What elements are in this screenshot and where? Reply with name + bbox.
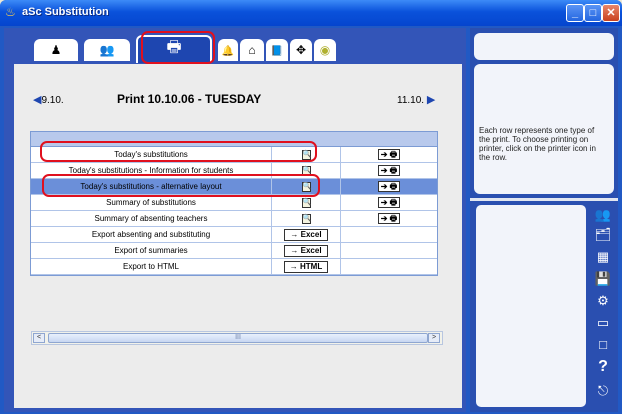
people-icon: 👥 [99, 43, 115, 57]
row-label: Export absenting and substituting [31, 227, 272, 243]
minimize-button[interactable]: _ [566, 4, 584, 22]
print-button[interactable]: ➔ 🖶 [377, 181, 401, 192]
tab-book[interactable]: 📘 [266, 39, 288, 61]
row-highlight-outline [40, 141, 317, 162]
timetable-icon[interactable]: ▦ [594, 249, 612, 265]
tab-bell[interactable]: 🔔 [218, 39, 238, 61]
page-title: Print 10.10.06 - TUESDAY [117, 92, 262, 106]
title-bar: ♨ aSc Substitution _ □ ✕ [0, 0, 622, 26]
app-window: ♨ aSc Substitution _ □ ✕ ♟ 👥 🖶 🔔 ⌂ 📘 ✥ ◉… [0, 0, 622, 414]
scroll-right-button[interactable]: > [428, 333, 440, 343]
save-icon[interactable]: 💾 [594, 271, 612, 287]
print-button[interactable]: ➔ 🖶 [377, 213, 401, 224]
export-excel-button[interactable]: → Excel [284, 229, 328, 241]
window-title: aSc Substitution [22, 6, 109, 18]
table-row[interactable]: Summary of absenting teachers 🔍 ➔ 🖶 [31, 211, 437, 227]
help-icon[interactable]: ? [594, 359, 612, 375]
row-label: Export of summaries [31, 243, 272, 259]
side-toolbar: 👥 🗂 ▦ 💾 ⚙ ▭ □ ? ⎋ [590, 205, 616, 407]
table-row[interactable]: Export to HTML → HTML [31, 259, 437, 275]
prev-day-link[interactable]: ◀9.10. [33, 93, 64, 106]
row-label: Summary of absenting teachers [31, 211, 272, 227]
tab-arrows[interactable]: ✥ [290, 39, 312, 61]
maximize-button[interactable]: □ [584, 4, 602, 22]
teachers-icon[interactable]: 👥 [594, 207, 612, 223]
sidebar-top-panel [474, 33, 614, 60]
scroll-thumb[interactable]: III [48, 333, 428, 343]
row-highlight-outline [42, 174, 320, 197]
row-label: Summary of substitutions [31, 195, 272, 211]
next-date: 11.10. [397, 95, 425, 106]
exit-icon[interactable]: ⎋ [594, 383, 612, 399]
tab-house[interactable]: ⌂ [240, 39, 264, 61]
bell-icon: 🔔 [221, 46, 235, 57]
book-icon: 📘 [270, 46, 284, 57]
preview-icon[interactable]: 🔍 [301, 214, 311, 224]
tab-teachers[interactable]: ♟ [34, 39, 78, 61]
classes-icon[interactable]: 🗂 [594, 227, 612, 243]
app-flame-icon: ♨ [5, 5, 16, 19]
print-button[interactable]: ➔ 🖶 [377, 165, 401, 176]
blank-window-icon[interactable]: □ [594, 337, 612, 353]
arrow-right-icon: ▶ [426, 94, 436, 106]
close-button[interactable]: ✕ [602, 4, 620, 22]
table-row[interactable]: Export of summaries → Excel [31, 243, 437, 259]
horizontal-scrollbar[interactable]: < III > [31, 331, 443, 345]
tab-cd[interactable]: ◉ [314, 39, 336, 61]
cd-icon: ◉ [319, 43, 331, 57]
tab-people[interactable]: 👥 [84, 39, 130, 61]
table-row[interactable]: Export absenting and substituting → Exce… [31, 227, 437, 243]
info-text: Each row represents one type of the prin… [479, 126, 596, 162]
teacher-group-icon: ♟ [50, 43, 62, 57]
window-icon[interactable]: ▭ [594, 315, 612, 331]
prev-date: 9.10. [41, 95, 64, 106]
export-excel-button[interactable]: → Excel [284, 245, 328, 257]
tools-icon[interactable]: ⚙ [594, 293, 612, 309]
row-label: Export to HTML [31, 259, 272, 275]
sidebar-bottom-panel [476, 205, 586, 407]
print-button[interactable]: ➔ 🖶 [377, 197, 401, 208]
toolbar-tabs: ♟ 👥 🖶 🔔 ⌂ 📘 ✥ ◉ [10, 33, 462, 67]
arrows-icon: ✥ [295, 43, 307, 57]
print-button[interactable]: ➔ 🖶 [377, 149, 401, 160]
table-row[interactable]: Summary of substitutions 🔍 ➔ 🖶 [31, 195, 437, 211]
export-html-button[interactable]: → HTML [283, 261, 329, 273]
tab-highlight-outline [141, 31, 215, 64]
preview-icon[interactable]: 🔍 [301, 198, 311, 208]
house-icon: ⌂ [248, 43, 256, 57]
sidebar-divider[interactable] [470, 198, 618, 201]
next-day-link[interactable]: 11.10. ▶ [397, 93, 435, 106]
scroll-left-button[interactable]: < [33, 333, 45, 343]
